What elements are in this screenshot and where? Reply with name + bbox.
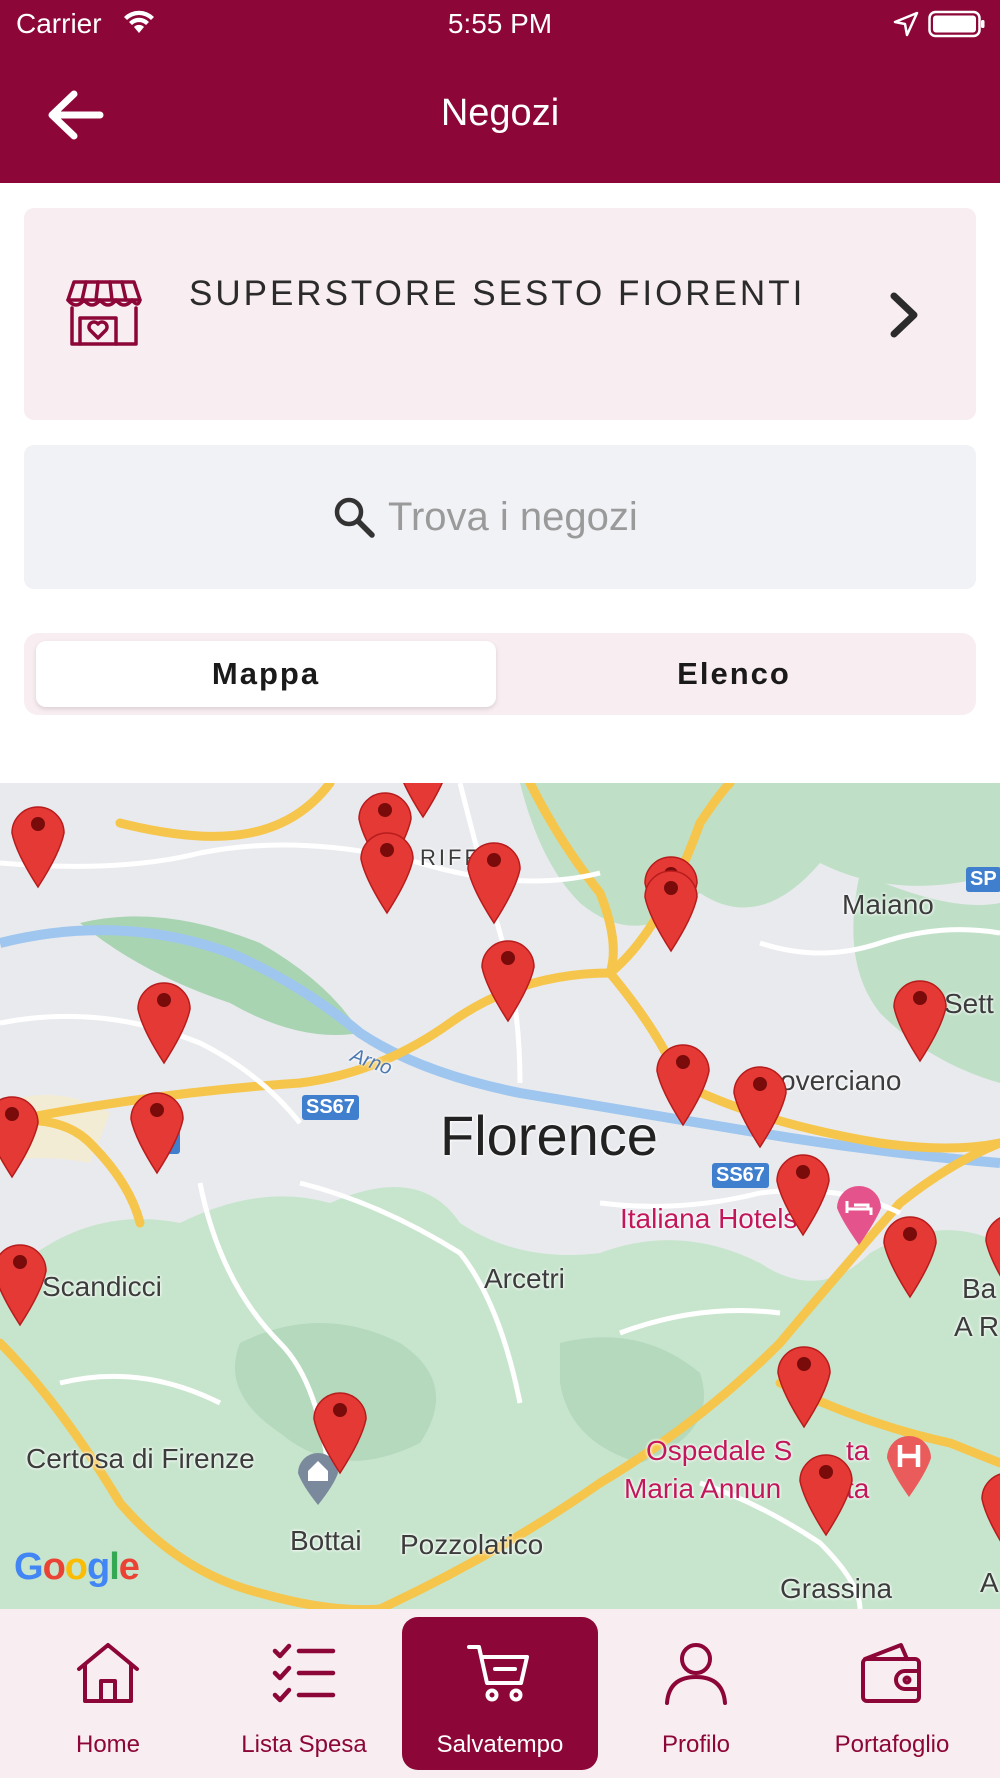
- store-pin[interactable]: [882, 1207, 938, 1299]
- hospital-poi-icon: [887, 1436, 931, 1497]
- cart-icon: [467, 1645, 529, 1702]
- store-pin[interactable]: [892, 971, 948, 1063]
- profile-icon: [665, 1643, 727, 1705]
- tab-profile[interactable]: Profilo: [598, 1609, 794, 1778]
- store-pin[interactable]: [0, 1235, 48, 1327]
- map-label-scandicci: Scandicci: [42, 1271, 162, 1302]
- hotel-poi-icon: [837, 1186, 881, 1245]
- tab-home-label: Home: [75, 1731, 141, 1758]
- store-pin[interactable]: [798, 1445, 854, 1537]
- map-label-a-edge: A: [980, 1567, 999, 1598]
- map-label-italiana-hotels: Italiana Hotels: [620, 1203, 798, 1234]
- tab-list-view[interactable]: Elenco: [504, 641, 964, 707]
- location-arrow-icon: [893, 11, 919, 37]
- tab-shopping-list[interactable]: Lista Spesa: [206, 1609, 402, 1778]
- store-pin[interactable]: [10, 797, 66, 889]
- store-pin[interactable]: [480, 931, 536, 1023]
- home-icon: [77, 1643, 139, 1703]
- map-label-florence: Florence: [440, 1104, 658, 1167]
- store-pin[interactable]: [129, 1083, 185, 1175]
- store-name: SUPERSTORE SESTO FIORENTI: [189, 274, 806, 313]
- tab-map-view[interactable]: Mappa: [36, 641, 496, 707]
- store-pin[interactable]: [136, 973, 192, 1065]
- tab-home[interactable]: Home: [10, 1609, 206, 1778]
- map-label-ospedale-2: Maria Annun: [624, 1473, 782, 1504]
- road-shield-ss67-west: SS67: [302, 1095, 359, 1120]
- tab-salvatempo-label: Salvatempo: [436, 1731, 564, 1758]
- chevron-right-icon: [890, 292, 918, 338]
- store-pin[interactable]: [312, 1383, 368, 1475]
- store-pin[interactable]: [732, 1057, 788, 1149]
- tab-salvatempo[interactable]: Salvatempo: [402, 1617, 598, 1770]
- map-label-pozzolatico: Pozzolatico: [400, 1529, 544, 1560]
- map-label-ar: A R: [954, 1311, 1000, 1342]
- status-bar: Carrier 5:55 PM: [0, 0, 1000, 50]
- bottom-tab-bar: Home Lista Spesa Salvatempo Profilo Port…: [0, 1609, 1000, 1778]
- map-label-maiano: Maiano: [842, 889, 934, 920]
- status-time: 5:55 PM: [447, 8, 553, 39]
- map-label-coverciano: overciano: [780, 1065, 902, 1096]
- store-pin[interactable]: [466, 833, 522, 925]
- view-toggle: Mappa Elenco: [24, 633, 976, 715]
- app-header: Carrier 5:55 PM Negozi: [0, 0, 1000, 183]
- map-label-grassina: Grassina: [780, 1573, 893, 1604]
- store-pin[interactable]: [776, 1337, 832, 1429]
- search-input[interactable]: [388, 494, 668, 540]
- store-icon: [66, 280, 142, 346]
- checklist-icon: [272, 1643, 336, 1703]
- store-map[interactable]: RIFF Maiano Sett Arno overciano Florence…: [0, 783, 1000, 1609]
- map-label-arcetri: Arcetri: [484, 1263, 565, 1294]
- map-label-bottai: Bottai: [290, 1525, 362, 1556]
- road-shield-sp: SP: [966, 867, 1000, 892]
- store-search-bar[interactable]: [24, 445, 976, 589]
- road-shield-ss67-east: SS67: [712, 1163, 769, 1188]
- battery-icon: [928, 10, 985, 38]
- store-pin[interactable]: [980, 1463, 1000, 1555]
- map-label-certosa: Certosa di Firenze: [26, 1443, 255, 1474]
- tab-wallet-label: Portafoglio: [834, 1731, 950, 1758]
- store-pin[interactable]: [775, 1145, 831, 1237]
- store-pin[interactable]: [395, 783, 451, 819]
- map-label-ospedale-1: Ospedale S: [646, 1435, 793, 1466]
- selected-store-card[interactable]: SUPERSTORE SESTO FIORENTI: [24, 208, 976, 420]
- store-pin[interactable]: [359, 823, 415, 915]
- search-icon: [334, 497, 375, 538]
- tab-wallet[interactable]: Portafoglio: [794, 1609, 990, 1778]
- store-pin[interactable]: [655, 1035, 711, 1127]
- store-pin[interactable]: [643, 861, 699, 953]
- google-logo: Google: [14, 1546, 140, 1588]
- store-pin[interactable]: [984, 1205, 1000, 1297]
- page-title: Negozi: [440, 92, 560, 134]
- tab-profile-label: Profilo: [661, 1731, 731, 1758]
- store-pin[interactable]: [0, 1087, 40, 1179]
- map-label-sett: Sett: [944, 988, 994, 1019]
- wallet-icon: [861, 1643, 921, 1703]
- tab-shopping-list-label: Lista Spesa: [241, 1731, 367, 1758]
